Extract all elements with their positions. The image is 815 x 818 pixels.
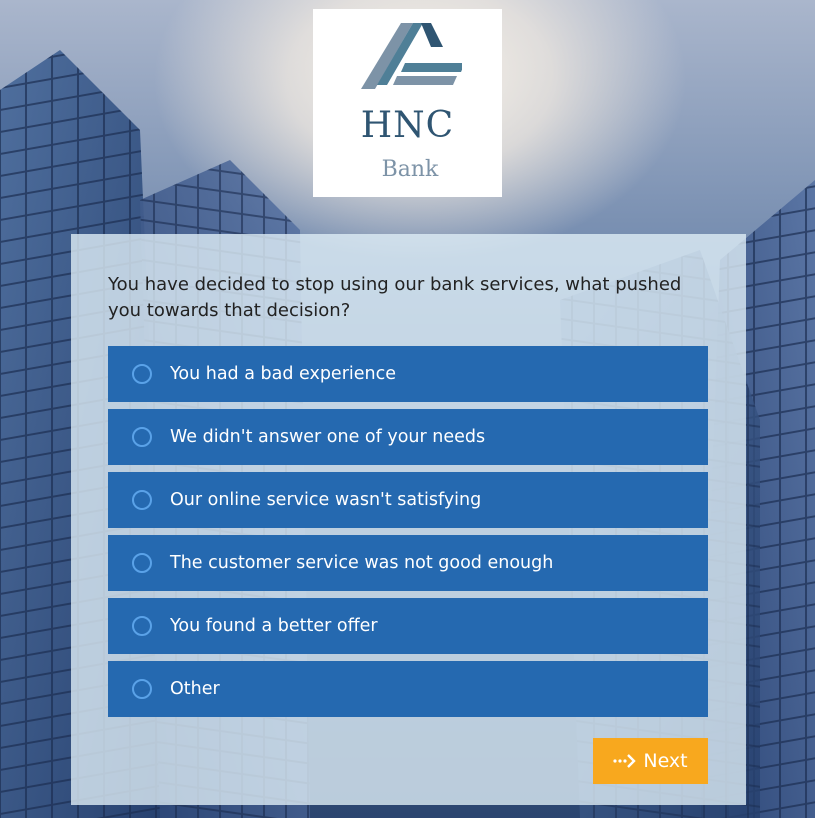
logo-brand-subtitle: Bank	[381, 157, 439, 182]
radio-circle-icon[interactable]	[132, 616, 152, 636]
radio-circle-icon[interactable]	[132, 490, 152, 510]
option-label: You had a bad experience	[170, 364, 396, 384]
option-needs-not-answered[interactable]: We didn't answer one of your needs	[108, 409, 708, 465]
option-other[interactable]: Other	[108, 661, 708, 717]
option-label: The customer service was not good enough	[170, 553, 554, 573]
radio-circle-icon[interactable]	[132, 427, 152, 447]
survey-panel: You have decided to stop using our bank …	[71, 234, 746, 805]
option-bad-experience[interactable]: You had a bad experience	[108, 346, 708, 402]
radio-circle-icon[interactable]	[132, 553, 152, 573]
bank-logo: HNC Bank	[313, 9, 502, 197]
option-better-offer[interactable]: You found a better offer	[108, 598, 708, 654]
option-label: Other	[170, 679, 220, 699]
next-button-label: Next	[643, 750, 688, 772]
radio-circle-icon[interactable]	[132, 679, 152, 699]
survey-question: You have decided to stop using our bank …	[108, 274, 682, 321]
option-label: We didn't answer one of your needs	[170, 427, 486, 447]
dotted-arrow-right-icon	[613, 754, 637, 768]
option-online-service[interactable]: Our online service wasn't satisfying	[108, 472, 708, 528]
next-button[interactable]: Next	[593, 738, 708, 784]
option-label: Our online service wasn't satisfying	[170, 490, 482, 510]
hnc-triangle-logo-icon	[361, 23, 462, 89]
option-customer-service[interactable]: The customer service was not good enough	[108, 535, 708, 591]
radio-circle-icon[interactable]	[132, 364, 152, 384]
answer-options: You had a bad experience We didn't answe…	[108, 346, 708, 724]
option-label: You found a better offer	[170, 616, 378, 636]
logo-brand-name: HNC	[360, 105, 455, 146]
